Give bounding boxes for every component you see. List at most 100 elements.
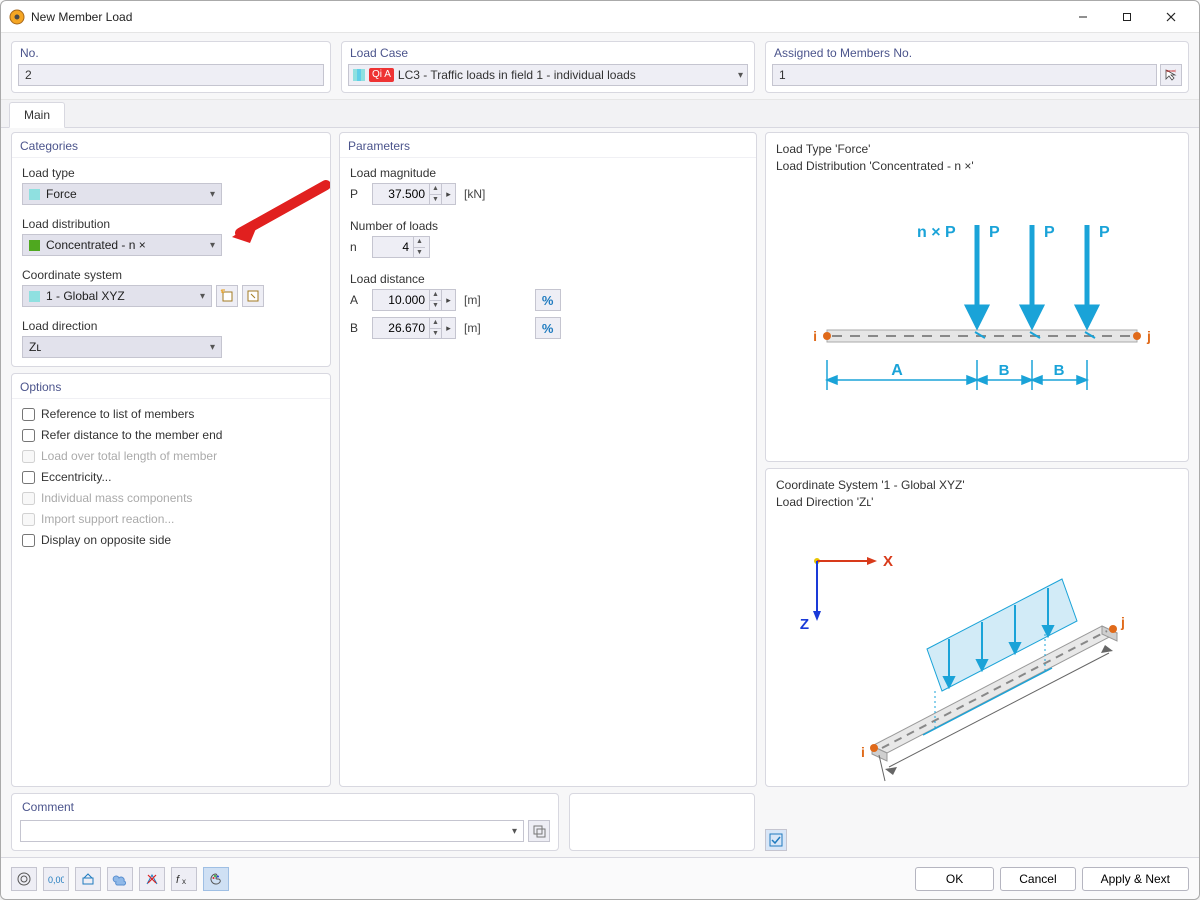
field-coordinate-system: Coordinate system 1 - Global XYZ ▾ <box>22 268 320 307</box>
cancel-button[interactable]: Cancel <box>1000 867 1075 891</box>
header-loadcase: Load Case Qi A LC3 - Traffic loads in fi… <box>341 41 755 93</box>
footer: 0,00 fx OK Cancel Apply & Next <box>1 857 1199 899</box>
tabbar: Main <box>1 100 1199 128</box>
comment-combo[interactable]: ▾ <box>20 820 524 842</box>
n-input[interactable] <box>373 237 413 257</box>
load-type-label: Load type <box>22 166 320 180</box>
b-input[interactable] <box>373 318 429 338</box>
opt-eccentricity-label: Eccentricity... <box>41 470 111 484</box>
opt-reference-list[interactable]: Reference to list of members <box>22 407 320 421</box>
tool-palette[interactable] <box>203 867 229 891</box>
opt-opposite-side[interactable]: Display on opposite side <box>22 533 320 547</box>
load-distribution-value: Concentrated - n × <box>46 238 210 252</box>
b-percent-button[interactable]: % <box>535 317 561 339</box>
tool-cloud[interactable] <box>107 867 133 891</box>
chevron-down-icon: ▾ <box>200 291 205 302</box>
svg-text:i: i <box>861 744 865 760</box>
svg-text:B: B <box>999 362 1010 379</box>
p-input[interactable] <box>373 184 429 204</box>
n-step-down[interactable]: ▼ <box>414 248 425 258</box>
b-step-down[interactable]: ▼ <box>430 329 441 339</box>
panel-options: Options Reference to list of members Ref… <box>11 373 331 787</box>
a-unit: [m] <box>464 293 481 307</box>
p-step-up[interactable]: ▲ <box>430 184 441 195</box>
minimize-button[interactable] <box>1061 3 1105 31</box>
close-button[interactable] <box>1149 3 1193 31</box>
p-forward-button[interactable]: ▸ <box>441 184 455 204</box>
svg-text:x: x <box>182 877 186 886</box>
assigned-input-field[interactable] <box>779 65 1150 85</box>
load-distribution-combo[interactable]: Concentrated - n × ▾ <box>22 234 222 256</box>
load-type-combo[interactable]: Force ▾ <box>22 183 222 205</box>
p-step-down[interactable]: ▼ <box>430 195 441 205</box>
loadcase-text: LC3 - Traffic loads in field 1 - individ… <box>398 68 734 82</box>
header-no: No. <box>11 41 331 93</box>
a-forward-button[interactable]: ▸ <box>441 290 455 310</box>
preview-top-line1: Load Type 'Force' <box>776 141 1178 158</box>
maximize-button[interactable] <box>1105 3 1149 31</box>
edit-coord-button[interactable] <box>242 285 264 307</box>
svg-text:j: j <box>1146 328 1151 344</box>
coord-combo[interactable]: 1 - Global XYZ ▾ <box>22 285 212 307</box>
chevron-down-icon: ▾ <box>210 240 215 251</box>
n-spinner[interactable]: ▲▼ <box>372 236 430 258</box>
panel-categories: Categories Load type Force ▾ Load distri… <box>11 132 331 367</box>
load-direction-value: Z﻿ʟ <box>29 340 210 354</box>
n-step-up[interactable]: ▲ <box>414 237 425 248</box>
loadcase-combo[interactable]: Qi A LC3 - Traffic loads in field 1 - in… <box>348 64 748 86</box>
no-input-field[interactable] <box>25 65 317 85</box>
load-distribution-label: Load distribution <box>22 217 320 231</box>
a-spinner[interactable]: ▲▼ ▸ <box>372 289 456 311</box>
chevron-down-icon: ▾ <box>738 70 743 81</box>
a-step-down[interactable]: ▼ <box>430 301 441 311</box>
field-distance: Load distance A ▲▼ ▸ [m] % <box>350 272 746 339</box>
tool-units[interactable]: 0,00 <box>43 867 69 891</box>
header-assigned: Assigned to Members No. <box>765 41 1189 93</box>
chevron-down-icon: ▾ <box>512 826 517 837</box>
opt-over-length: Load over total length of member <box>22 449 320 463</box>
preview-tool-button[interactable] <box>765 829 787 851</box>
b-unit: [m] <box>464 321 481 335</box>
tool-remove[interactable] <box>139 867 165 891</box>
a-percent-button[interactable]: % <box>535 289 561 311</box>
svg-text:B: B <box>1054 362 1065 379</box>
b-forward-button[interactable]: ▸ <box>441 318 455 338</box>
comment-title: Comment <box>20 800 550 814</box>
dialog-window: New Member Load No. Load Case Qi A LC3 -… <box>0 0 1200 900</box>
opt-mass-components-label: Individual mass components <box>41 491 192 505</box>
ok-button[interactable]: OK <box>915 867 994 891</box>
p-symbol: P <box>350 187 364 201</box>
tool-help[interactable] <box>11 867 37 891</box>
opt-import-reaction: Import support reaction... <box>22 512 320 526</box>
coord-value: 1 - Global XYZ <box>46 289 200 303</box>
load-direction-combo[interactable]: Z﻿ʟ ▾ <box>22 336 222 358</box>
svg-text:P: P <box>1099 224 1110 241</box>
assigned-input[interactable] <box>772 64 1157 86</box>
no-input[interactable] <box>18 64 324 86</box>
p-spinner[interactable]: ▲▼ ▸ <box>372 183 456 205</box>
preview-top-diagram: i j n × P P P P <box>766 179 1188 461</box>
tab-main[interactable]: Main <box>9 102 65 128</box>
distance-label: Load distance <box>350 272 746 286</box>
preview-bot-diagram: X Z i j <box>766 515 1188 787</box>
panel-blank <box>569 793 755 851</box>
opt-refer-end[interactable]: Refer distance to the member end <box>22 428 320 442</box>
b-step-up[interactable]: ▲ <box>430 318 441 329</box>
field-numloads: Number of loads n ▲▼ <box>350 219 746 258</box>
window-title: New Member Load <box>31 10 1061 24</box>
preview-bot-line1: Coordinate System '1 - Global XYZ' <box>776 477 1178 494</box>
b-spinner[interactable]: ▲▼ ▸ <box>372 317 456 339</box>
pick-member-button[interactable] <box>1160 64 1182 86</box>
new-coord-button[interactable] <box>216 285 238 307</box>
comment-library-button[interactable] <box>528 820 550 842</box>
a-input[interactable] <box>373 290 429 310</box>
opt-eccentricity[interactable]: Eccentricity... <box>22 470 320 484</box>
tool-function[interactable]: fx <box>171 867 197 891</box>
coord-label: Coordinate system <box>22 268 320 282</box>
apply-next-button[interactable]: Apply & Next <box>1082 867 1189 891</box>
opt-refer-end-label: Refer distance to the member end <box>41 428 222 442</box>
tool-view[interactable] <box>75 867 101 891</box>
opt-opposite-side-label: Display on opposite side <box>41 533 171 547</box>
a-step-up[interactable]: ▲ <box>430 290 441 301</box>
svg-text:j: j <box>1120 614 1125 630</box>
